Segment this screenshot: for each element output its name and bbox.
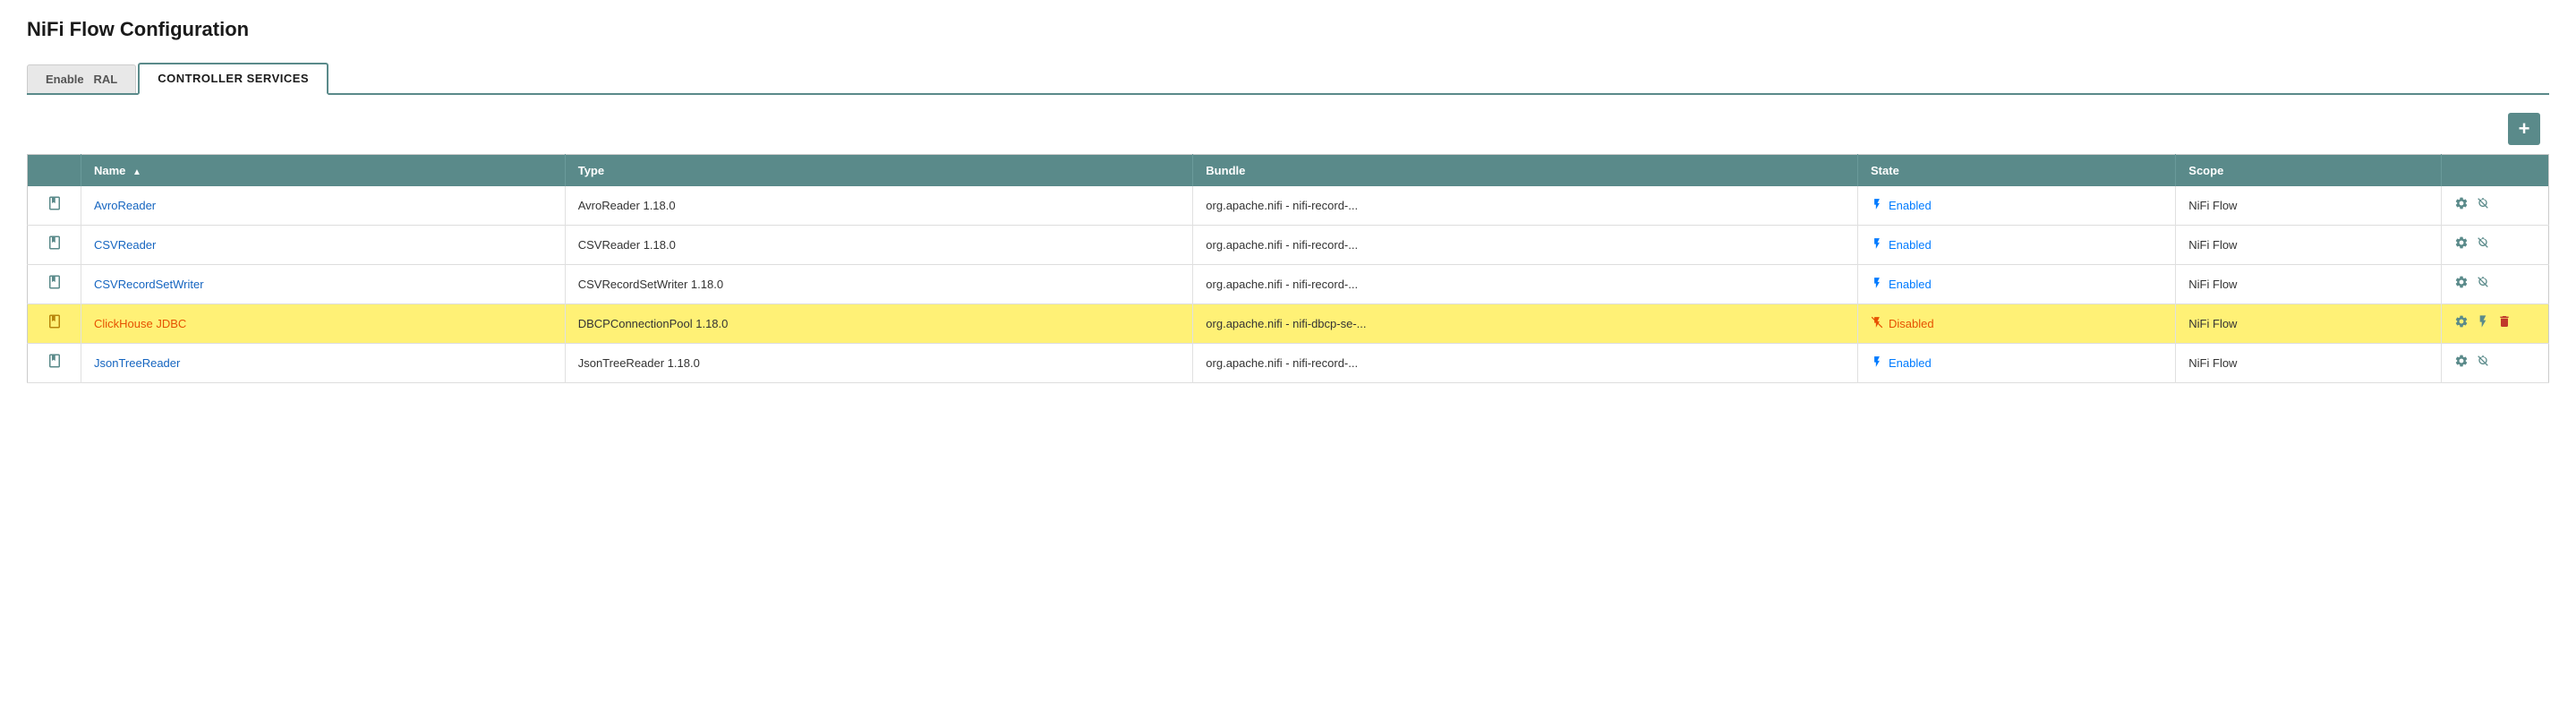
configure-icon[interactable]	[2454, 314, 2469, 333]
enable-icon[interactable]	[2476, 314, 2490, 333]
row-type-cell: CSVReader 1.18.0	[565, 226, 1193, 265]
row-type-cell: CSVRecordSetWriter 1.18.0	[565, 265, 1193, 304]
tab-controller-services[interactable]: CONTROLLER SERVICES	[138, 63, 328, 95]
page-container: NiFi Flow Configuration Enable RAL CONTR…	[0, 0, 2576, 401]
row-bundle-cell: org.apache.nifi - nifi-record-...	[1193, 186, 1858, 226]
state-icon	[1871, 237, 1883, 252]
disable-icon[interactable]	[2476, 354, 2490, 372]
disable-icon[interactable]	[2476, 235, 2490, 254]
col-actions	[2442, 155, 2549, 187]
row-actions-cell	[2442, 344, 2549, 383]
configure-icon[interactable]	[2454, 354, 2469, 372]
service-name-link[interactable]: CSVReader	[94, 238, 156, 252]
configure-icon[interactable]	[2454, 235, 2469, 254]
table-header-row: Name ▲ Type Bundle State Scope	[28, 155, 2549, 187]
state-label: Enabled	[1889, 278, 1932, 291]
table-row: ClickHouse JDBC DBCPConnectionPool 1.18.…	[28, 304, 2549, 344]
state-label: Enabled	[1889, 199, 1932, 212]
row-icon-cell	[28, 344, 81, 383]
row-icon-cell	[28, 265, 81, 304]
row-actions-cell	[2442, 226, 2549, 265]
row-type-cell: DBCPConnectionPool 1.18.0	[565, 304, 1193, 344]
row-state-cell: Enabled	[1858, 186, 2176, 226]
configure-icon[interactable]	[2454, 275, 2469, 294]
state-label: Enabled	[1889, 238, 1932, 252]
row-scope-cell: NiFi Flow	[2176, 186, 2442, 226]
row-state-cell: Disabled	[1858, 304, 2176, 344]
row-icon-cell	[28, 186, 81, 226]
row-state-cell: Enabled	[1858, 344, 2176, 383]
page-title: NiFi Flow Configuration	[27, 18, 2549, 41]
row-icon-cell	[28, 304, 81, 344]
state-icon	[1871, 316, 1883, 331]
service-icon	[47, 274, 63, 295]
add-controller-service-button[interactable]: +	[2508, 113, 2540, 145]
table-row: CSVRecordSetWriter CSVRecordSetWriter 1.…	[28, 265, 2549, 304]
table-row: AvroReader AvroReader 1.18.0 org.apache.…	[28, 186, 2549, 226]
row-name-cell[interactable]: ClickHouse JDBC	[81, 304, 566, 344]
state-label: Disabled	[1889, 317, 1934, 330]
configure-icon[interactable]	[2454, 196, 2469, 215]
state-icon	[1871, 277, 1883, 292]
service-icon	[47, 235, 63, 255]
delete-icon[interactable]	[2497, 314, 2512, 333]
service-icon	[47, 313, 63, 334]
state-icon	[1871, 355, 1883, 371]
state-icon	[1871, 198, 1883, 213]
table-row: JsonTreeReader JsonTreeReader 1.18.0 org…	[28, 344, 2549, 383]
row-name-cell[interactable]: AvroReader	[81, 186, 566, 226]
row-scope-cell: NiFi Flow	[2176, 304, 2442, 344]
disable-icon[interactable]	[2476, 275, 2490, 294]
col-state: State	[1858, 155, 2176, 187]
col-icon	[28, 155, 81, 187]
row-type-cell: AvroReader 1.18.0	[565, 186, 1193, 226]
row-bundle-cell: org.apache.nifi - nifi-record-...	[1193, 226, 1858, 265]
controller-services-table: Name ▲ Type Bundle State Scope AvroReade…	[27, 154, 2549, 383]
service-name-link[interactable]: JsonTreeReader	[94, 356, 180, 370]
row-state-cell: Enabled	[1858, 226, 2176, 265]
tabs-container: Enable RAL CONTROLLER SERVICES	[27, 63, 2549, 95]
col-bundle: Bundle	[1193, 155, 1858, 187]
col-name[interactable]: Name ▲	[81, 155, 566, 187]
col-scope: Scope	[2176, 155, 2442, 187]
row-icon-cell	[28, 226, 81, 265]
row-name-cell[interactable]: JsonTreeReader	[81, 344, 566, 383]
service-name-link[interactable]: AvroReader	[94, 199, 156, 212]
row-bundle-cell: org.apache.nifi - nifi-dbcp-se-...	[1193, 304, 1858, 344]
disable-icon[interactable]	[2476, 196, 2490, 215]
row-name-cell[interactable]: CSVReader	[81, 226, 566, 265]
row-scope-cell: NiFi Flow	[2176, 265, 2442, 304]
add-button-row: +	[27, 113, 2549, 145]
row-name-cell[interactable]: CSVRecordSetWriter	[81, 265, 566, 304]
service-icon	[47, 353, 63, 373]
row-bundle-cell: org.apache.nifi - nifi-record-...	[1193, 265, 1858, 304]
service-name-link[interactable]: CSVRecordSetWriter	[94, 278, 204, 291]
col-type: Type	[565, 155, 1193, 187]
tab-general[interactable]: Enable RAL	[27, 64, 136, 93]
row-actions-cell	[2442, 265, 2549, 304]
row-actions-cell	[2442, 186, 2549, 226]
row-type-cell: JsonTreeReader 1.18.0	[565, 344, 1193, 383]
row-scope-cell: NiFi Flow	[2176, 226, 2442, 265]
row-state-cell: Enabled	[1858, 265, 2176, 304]
table-row: CSVReader CSVReader 1.18.0 org.apache.ni…	[28, 226, 2549, 265]
service-name-link[interactable]: ClickHouse JDBC	[94, 317, 186, 330]
service-icon	[47, 195, 63, 216]
row-actions-cell	[2442, 304, 2549, 344]
state-label: Enabled	[1889, 356, 1932, 370]
row-bundle-cell: org.apache.nifi - nifi-record-...	[1193, 344, 1858, 383]
row-scope-cell: NiFi Flow	[2176, 344, 2442, 383]
